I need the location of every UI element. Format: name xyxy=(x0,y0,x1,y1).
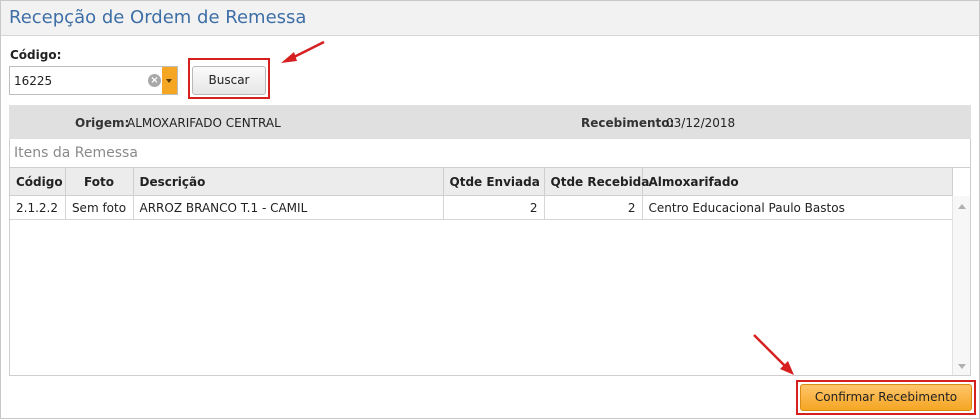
page-title: Recepção de Ordem de Remessa xyxy=(9,7,307,28)
column-header-descricao[interactable]: Descrição xyxy=(133,168,444,196)
annotation-arrow-icon xyxy=(753,334,794,375)
scroll-down-icon[interactable] xyxy=(958,364,966,369)
title-bar: Recepção de Ordem de Remessa xyxy=(1,1,979,36)
codigo-combobox[interactable]: × xyxy=(9,66,178,95)
info-bar: Origem: ALMOXARIFADO CENTRAL Recebimento… xyxy=(9,105,971,140)
items-grid: Código Foto Descrição Qtde Enviada Qtde … xyxy=(10,167,970,375)
chevron-down-icon xyxy=(166,79,172,83)
recebimento-label: Recebimento: xyxy=(581,116,675,130)
items-title: Itens da Remessa xyxy=(14,145,138,161)
column-header-foto[interactable]: Foto xyxy=(65,168,134,196)
cell-foto: Sem foto xyxy=(65,195,134,220)
origem-label: Origem: xyxy=(75,116,130,130)
column-header-qtde-enviada[interactable]: Qtde Enviada xyxy=(443,168,545,196)
scroll-up-icon[interactable] xyxy=(958,204,966,209)
recebimento-value: 03/12/2018 xyxy=(666,116,736,130)
column-header-almoxarifado[interactable]: Almoxarifado xyxy=(642,168,953,196)
items-table: Código Foto Descrição Qtde Enviada Qtde … xyxy=(10,168,953,220)
cell-qtde-recebida[interactable]: 2 xyxy=(544,195,643,220)
vertical-scrollbar[interactable] xyxy=(952,196,970,375)
codigo-input[interactable] xyxy=(10,67,148,94)
items-panel: Itens da Remessa Código Foto Descrição Q… xyxy=(9,139,971,376)
main-window: Recepção de Ordem de Remessa Código: × B… xyxy=(0,0,980,419)
cell-descricao: ARROZ BRANCO T.1 - CAMIL xyxy=(133,195,444,220)
clear-icon[interactable]: × xyxy=(148,74,161,87)
column-header-codigo[interactable]: Código xyxy=(10,168,66,196)
dropdown-button[interactable] xyxy=(162,67,177,94)
origem-value: ALMOXARIFADO CENTRAL xyxy=(127,116,281,130)
cell-codigo: 2.1.2.2 xyxy=(10,195,66,220)
cell-qtde-enviada: 2 xyxy=(443,195,545,220)
header-row: Código Foto Descrição Qtde Enviada Qtde … xyxy=(10,168,953,196)
annotation-arrow-icon xyxy=(281,40,325,63)
table-row[interactable]: 2.1.2.2 Sem foto ARROZ BRANCO T.1 - CAMI… xyxy=(10,195,953,220)
column-header-qtde-recebida[interactable]: Qtde Recebida xyxy=(544,168,649,196)
cell-almoxarifado: Centro Educacional Paulo Bastos xyxy=(642,195,953,220)
buscar-button[interactable]: Buscar xyxy=(192,66,266,95)
codigo-label: Código: xyxy=(10,48,62,62)
confirm-receipt-button[interactable]: Confirmar Recebimento xyxy=(800,384,972,411)
